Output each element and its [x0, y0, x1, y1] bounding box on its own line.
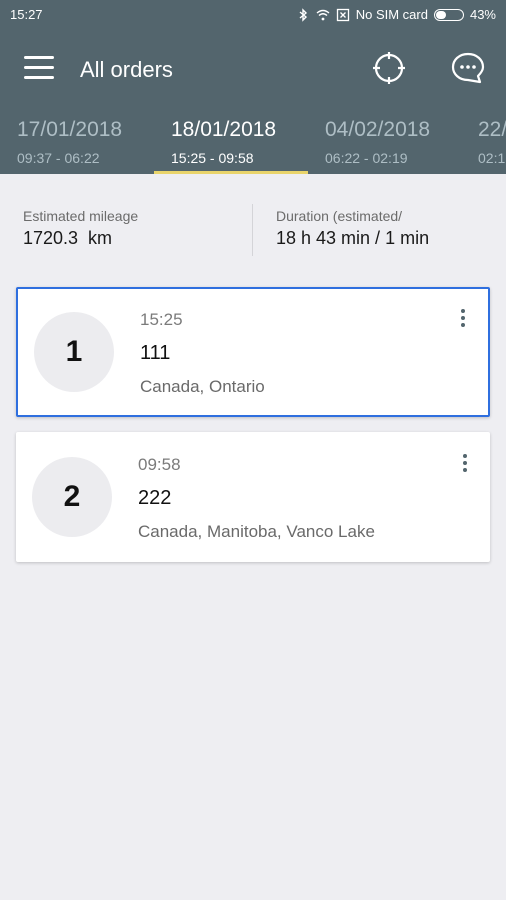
stats-divider [252, 204, 253, 256]
tab-time-range: 06:22 - 02:19 [325, 150, 408, 166]
mileage-value: 1720.3 km [23, 228, 113, 248]
crosshair-icon[interactable] [371, 50, 407, 86]
order-address: Canada, Ontario [140, 377, 265, 396]
chat-icon[interactable] [450, 50, 486, 86]
tab-time-range: 02:1 [478, 150, 506, 166]
order-number-badge: 1 [34, 312, 114, 392]
status-icons: No SIM card 43% [296, 7, 496, 22]
order-time: 09:58 [138, 455, 181, 474]
tab-date: 04/02/2018 [325, 118, 431, 141]
duration-label: Duration (estimated/ [276, 208, 403, 224]
bluetooth-icon [299, 7, 307, 22]
duration-value: 18 h 43 min / 1 min [276, 228, 430, 248]
tab-date: 17/01/2018 [17, 118, 123, 141]
mileage-stat: Estimated mileage 1720.3 km [23, 208, 138, 249]
tab-time-range: 15:25 - 09:58 [171, 150, 254, 166]
order-number-badge: 2 [32, 457, 112, 537]
app-bar: All orders [0, 30, 506, 108]
tab-time-range: 09:37 - 06:22 [17, 150, 100, 166]
active-tab-indicator [154, 171, 308, 174]
order-address: Canada, Manitoba, Vanco Lake [138, 522, 375, 541]
wifi-icon [316, 9, 330, 20]
tab-date: 18/01/2018 [171, 118, 277, 141]
battery-percent: 43% [469, 7, 496, 22]
order-card-1[interactable]: 1 15:25 111 Canada, Ontario [16, 287, 490, 417]
status-bar: 15:27 No SIM card 43% [0, 0, 506, 30]
sim-status: No SIM card [355, 7, 428, 22]
duration-stat: Duration (estimated/ 18 h 43 min / 1 min [276, 208, 429, 249]
order-name: 111 [140, 342, 171, 364]
mileage-label: Estimated mileage [23, 208, 139, 224]
more-options-icon[interactable] [460, 454, 470, 476]
status-time: 15:27 [10, 7, 43, 22]
more-options-icon[interactable] [458, 309, 468, 331]
tab-date: 22/ [478, 118, 506, 141]
sim-card-icon [336, 8, 349, 21]
date-tabs: 17/01/2018 09:37 - 06:22 18/01/2018 15:2… [0, 108, 506, 174]
page-title: All orders [80, 57, 173, 82]
battery-icon [433, 8, 464, 21]
menu-icon[interactable] [24, 52, 56, 82]
order-time: 15:25 [140, 310, 183, 329]
order-card-2[interactable]: 2 09:58 222 Canada, Manitoba, Vanco Lake [16, 432, 490, 562]
order-name: 222 [138, 487, 172, 509]
